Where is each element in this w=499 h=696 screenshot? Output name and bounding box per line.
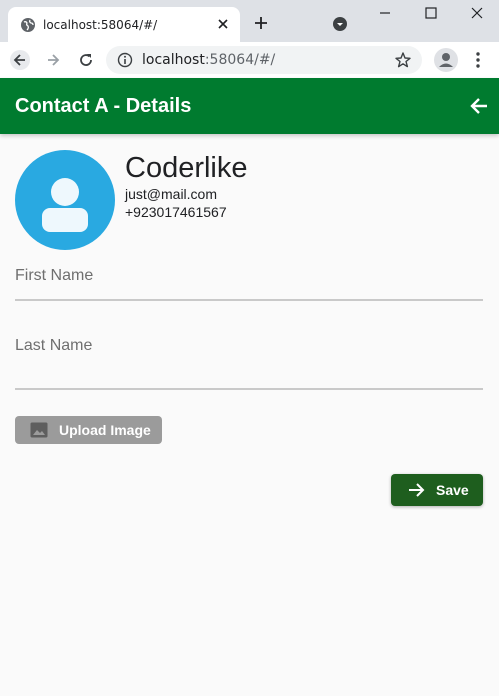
browser-toolbar: localhost:58064/#/: [0, 42, 499, 78]
contact-phone: +923017461567: [125, 204, 227, 220]
close-icon[interactable]: [216, 17, 230, 31]
forward-arrow-icon[interactable]: [43, 50, 63, 70]
window-close-icon[interactable]: [470, 6, 484, 20]
globe-icon: [21, 18, 35, 32]
minimize-icon[interactable]: [378, 6, 392, 20]
contact-avatar: [15, 150, 115, 250]
browser-tabstrip: localhost:58064/#/: [0, 0, 499, 42]
upload-image-button[interactable]: Upload Image: [15, 416, 162, 444]
tab-search-icon[interactable]: [332, 16, 348, 32]
last-name-field[interactable]: Last Name: [15, 332, 483, 390]
last-name-label: Last Name: [15, 337, 93, 354]
maximize-icon[interactable]: [424, 6, 438, 20]
url-text: localhost:58064/#/: [142, 52, 275, 68]
info-icon[interactable]: [117, 52, 133, 68]
browser-tab[interactable]: localhost:58064/#/: [8, 7, 240, 42]
contact-name: Coderlike: [125, 152, 248, 184]
more-vert-icon[interactable]: [470, 51, 486, 69]
bookmark-star-icon[interactable]: [394, 51, 412, 69]
profile-avatar[interactable]: [434, 48, 458, 72]
first-name-input[interactable]: [15, 277, 483, 297]
app-bar: Contact A - Details: [0, 78, 499, 134]
image-icon: [30, 422, 48, 438]
first-name-field[interactable]: First Name: [15, 262, 483, 301]
last-name-input[interactable]: [15, 366, 483, 386]
page-title: Contact A - Details: [15, 95, 192, 117]
address-bar[interactable]: localhost:58064/#/: [106, 46, 422, 74]
reload-icon[interactable]: [76, 50, 96, 70]
url-path: :58064/#/: [204, 52, 276, 68]
contact-email: just@mail.com: [125, 186, 218, 202]
person-icon: [439, 53, 453, 67]
new-tab-icon[interactable]: [254, 16, 268, 30]
back-arrow-icon[interactable]: [10, 50, 30, 70]
arrow-forward-icon: [409, 483, 425, 497]
save-button[interactable]: Save: [391, 474, 483, 506]
tab-title: localhost:58064/#/: [43, 18, 158, 32]
save-label: Save: [436, 482, 469, 498]
person-placeholder-icon: [42, 178, 88, 232]
upload-image-label: Upload Image: [59, 422, 151, 438]
back-arrow-icon[interactable]: [468, 95, 490, 117]
url-host: localhost: [142, 52, 205, 68]
